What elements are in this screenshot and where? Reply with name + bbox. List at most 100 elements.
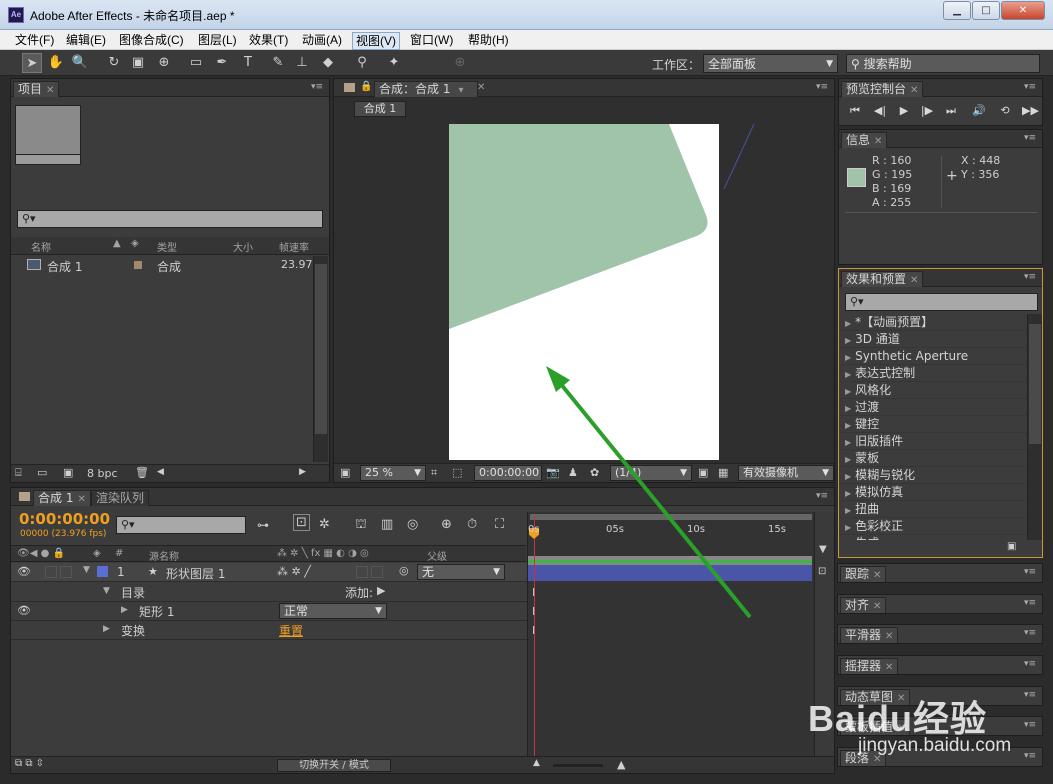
live-update-icon[interactable]: ⊡ <box>293 514 310 531</box>
close-icon[interactable]: ✕ <box>885 631 893 642</box>
panel-menu-icon[interactable]: ▾≡ <box>816 82 828 92</box>
ram-preview-icon[interactable]: ▶▶ <box>1022 104 1039 118</box>
panel-menu-icon[interactable]: ▾≡ <box>1024 690 1036 700</box>
tab-composition[interactable]: 合成：合成 1 ▾ <box>374 81 478 97</box>
effects-category-item[interactable]: ▶ 3D 通道 <box>839 331 1027 348</box>
expand-triangle-icon[interactable]: ▶ <box>103 624 110 634</box>
property-row-contents[interactable]: ▼ 目录 添加: ▶ <box>11 583 536 602</box>
new-folder-icon[interactable]: ▭ <box>37 466 47 479</box>
close-icon[interactable]: ✕ <box>885 662 893 673</box>
camera-dropdown[interactable]: 有效摄像机 ▼ <box>738 465 834 481</box>
comp-marker-bin-icon[interactable]: ▼ <box>819 544 827 555</box>
close-icon[interactable]: ✕ <box>46 85 54 96</box>
mask-visibility-icon[interactable]: ⬚ <box>452 466 462 479</box>
label-color-swatch[interactable] <box>134 261 142 269</box>
docked-panel-tab[interactable]: 平滑器 ✕ <box>840 627 899 643</box>
timecode-field[interactable]: 0:00:00:00 <box>474 465 542 481</box>
effects-category-item[interactable]: ▶ 蒙板 <box>839 450 1027 467</box>
expand-triangle-icon[interactable]: ▶ <box>845 353 851 362</box>
docked-panel-tab[interactable]: 对齐 ✕ <box>840 597 887 613</box>
expand-triangle-icon[interactable]: ▶ <box>845 404 851 413</box>
graph-editor-icon[interactable]: ⊕ <box>441 517 452 532</box>
close-icon[interactable]: ✕ <box>873 570 881 581</box>
roto-brush-tool-icon[interactable]: ⚲ <box>352 53 372 73</box>
menu-effect[interactable]: 效果(T) <box>246 32 291 48</box>
camera-tool-icon[interactable]: ▣ <box>128 53 148 73</box>
current-time-indicator[interactable] <box>534 516 535 772</box>
resolution-dropdown[interactable]: (1/4) ▼ <box>610 465 692 481</box>
close-icon[interactable]: ✕ <box>873 601 881 612</box>
interpret-footage-icon[interactable]: ⌸ <box>15 466 22 480</box>
panel-menu-icon[interactable]: ▾≡ <box>1024 567 1036 577</box>
work-area-bar[interactable] <box>530 514 812 520</box>
expand-triangle-icon[interactable]: ▶ <box>845 336 851 345</box>
effects-category-item[interactable]: ▶ 色彩校正 <box>839 518 1027 535</box>
property-row-transform[interactable]: ▶ 变换 重置 <box>11 621 536 640</box>
minimize-button[interactable]: ▁ <box>943 1 971 20</box>
comp-breadcrumb[interactable]: 合成 1 <box>354 101 406 117</box>
project-row-comp1[interactable]: 合成 1 合成 23.976 <box>11 256 320 274</box>
last-frame-icon[interactable]: ⏭ <box>944 104 958 118</box>
toggle-switches-modes-button[interactable]: 切换开关 / 模式 <box>277 759 391 772</box>
tab-preview[interactable]: 预览控制台 ✕ <box>841 81 924 97</box>
close-icon[interactable]: ✕ <box>77 494 85 505</box>
frame-blending-icon[interactable]: ▥ <box>381 517 393 532</box>
solo-toggle[interactable] <box>45 566 57 578</box>
parent-dropdown[interactable]: 无 ▼ <box>417 564 505 580</box>
text-tool-icon[interactable]: T <box>238 53 258 73</box>
timeline-zoom-slider[interactable] <box>553 764 603 767</box>
scroll-left-icon[interactable]: ◀ <box>157 467 164 477</box>
effects-category-item[interactable]: ▶ 模拟仿真 <box>839 484 1027 501</box>
label-tag-icon[interactable]: ◈ <box>131 238 139 249</box>
tab-timeline-comp1[interactable]: 合成 1 ✕ <box>33 490 91 506</box>
column-type[interactable]: 类型 <box>157 239 177 254</box>
project-search-input[interactable]: ⚲▾ <box>17 210 323 228</box>
lock-icon[interactable]: 🔒 <box>360 81 372 92</box>
close-button[interactable]: ✕ <box>1001 1 1045 20</box>
brush-tool-icon[interactable]: ✎ <box>268 53 288 73</box>
label-tag-icon[interactable]: ◈ <box>93 548 101 559</box>
zoom-dropdown[interactable]: 25 % ▼ <box>360 465 426 481</box>
effects-category-item[interactable]: ▶ 扭曲 <box>839 501 1027 518</box>
expand-triangle-icon[interactable]: ▶ <box>845 506 851 515</box>
expand-triangle-icon[interactable]: ▶ <box>845 421 851 430</box>
maximize-button[interactable]: □ <box>972 1 1000 20</box>
effects-category-item[interactable]: ▶ 表达式控制 <box>839 365 1027 382</box>
time-graph-area[interactable]: I I I <box>527 512 814 773</box>
expand-triangle-icon[interactable]: ▶ <box>845 472 851 481</box>
always-preview-icon[interactable]: ▣ <box>340 466 350 479</box>
puppet-pin-tool-icon[interactable]: ✦ <box>384 53 404 73</box>
column-fps[interactable]: 帧速率 <box>279 239 309 254</box>
expand-triangle-icon[interactable]: ▶ <box>845 523 851 532</box>
pan-behind-tool-icon[interactable]: ⊕ <box>154 53 174 73</box>
close-icon[interactable]: ✕ <box>910 275 918 286</box>
panel-menu-icon[interactable]: ▾≡ <box>1024 82 1036 92</box>
source-name-header[interactable]: 源名称 <box>149 548 179 563</box>
expand-triangle-icon[interactable]: ▶ <box>845 319 851 328</box>
menu-animation[interactable]: 动画(A) <box>299 32 345 48</box>
panel-menu-icon[interactable]: ▾≡ <box>1024 659 1036 669</box>
effects-category-item[interactable]: ▶ 键控 <box>839 416 1027 433</box>
close-icon[interactable]: ✕ <box>874 136 882 147</box>
zoom-out-icon[interactable]: ▲ <box>533 758 540 768</box>
hide-shy-layers-icon[interactable]: ⛫ <box>355 517 367 534</box>
previous-frame-icon[interactable]: ◀| <box>873 104 887 118</box>
lock-toggle[interactable] <box>60 566 72 578</box>
layer-name[interactable]: 形状图层 1 <box>166 565 225 582</box>
draft-3d-icon[interactable]: ✲ <box>319 517 330 532</box>
expand-triangle-icon[interactable]: ▶ <box>845 489 851 498</box>
close-icon[interactable]: ✕ <box>477 82 485 93</box>
timeline-current-time[interactable]: 0:00:00:00 <box>19 510 110 528</box>
panel-menu-icon[interactable]: ▾≡ <box>1024 272 1036 282</box>
pen-tool-icon[interactable]: ✒ <box>212 53 232 73</box>
layer-switches-icon[interactable]: ⁂ ✲ ╱ <box>277 565 311 578</box>
effects-category-item[interactable]: ▶ 过渡 <box>839 399 1027 416</box>
menu-help[interactable]: 帮助(H) <box>465 32 512 48</box>
expand-triangle-icon[interactable]: ▶ <box>121 605 128 615</box>
audio-icon[interactable]: 🔊 <box>972 104 986 118</box>
composition-viewer[interactable] <box>334 119 834 461</box>
reset-link[interactable]: 重置 <box>279 622 303 639</box>
motion-blur-icon[interactable]: ◎ <box>407 517 418 532</box>
zoom-tool-icon[interactable]: 🔍 <box>70 53 90 73</box>
chevron-down-icon[interactable]: ▾ <box>458 85 463 96</box>
